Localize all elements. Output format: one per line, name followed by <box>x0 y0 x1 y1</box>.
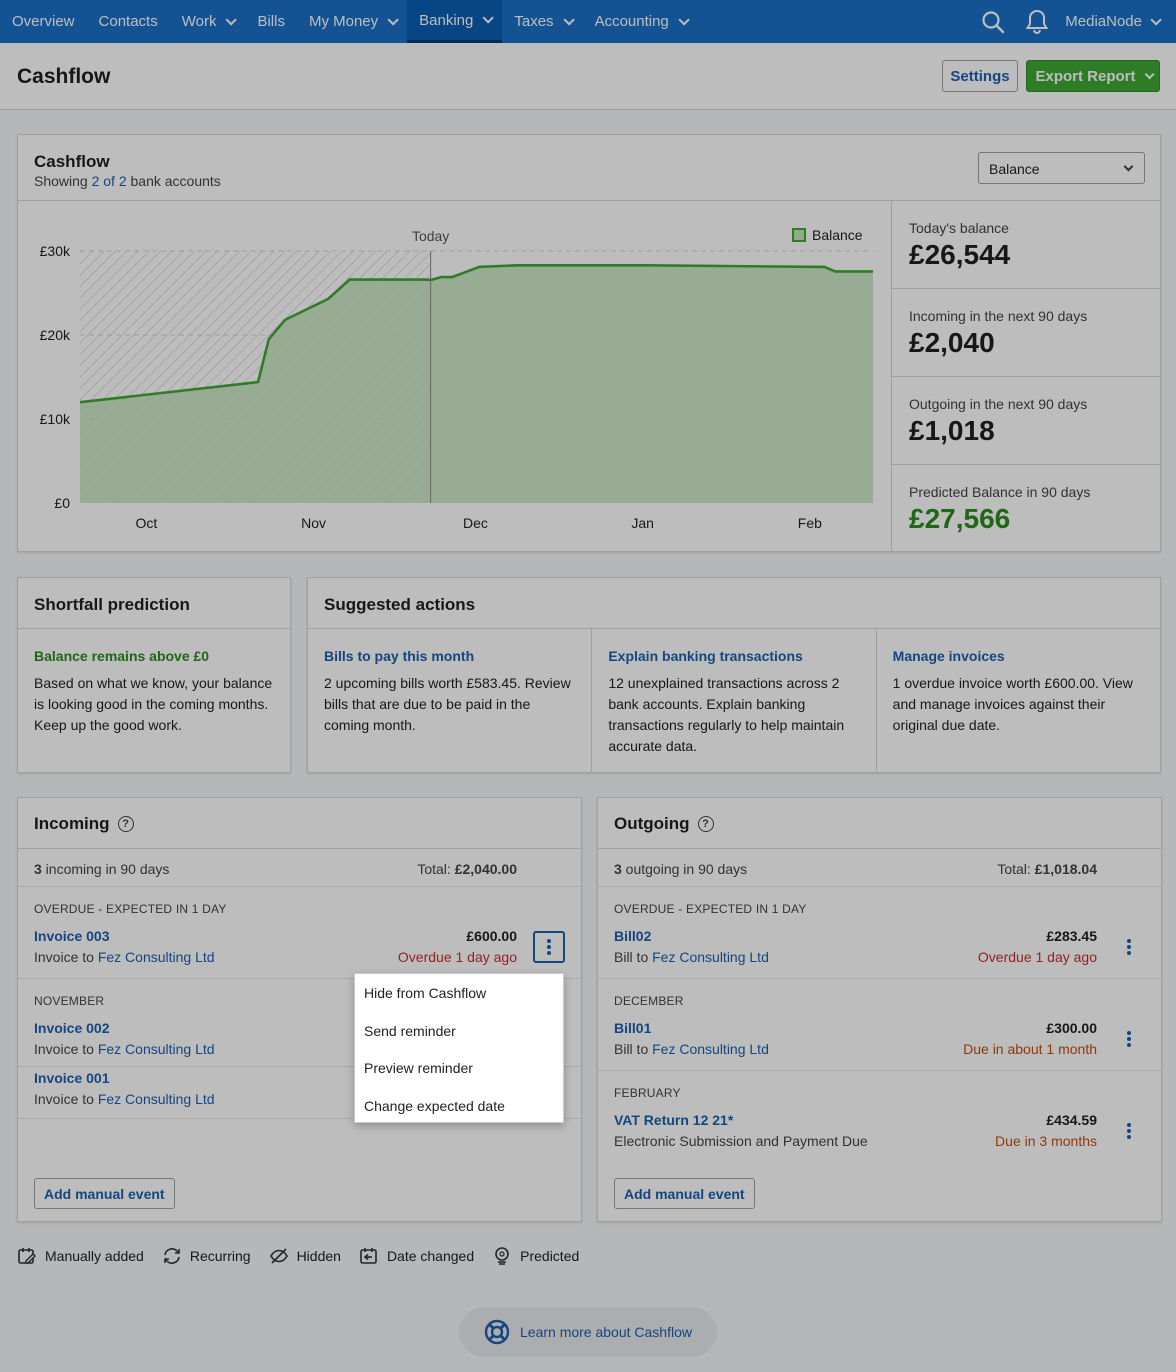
modal-dim-overlay <box>0 0 1176 1372</box>
menu-item-hide[interactable]: Hide from Cashflow <box>355 974 563 1012</box>
menu-item-preview-reminder[interactable]: Preview reminder <box>355 1049 563 1087</box>
menu-item-change-date[interactable]: Change expected date <box>355 1087 563 1125</box>
menu-item-send-reminder[interactable]: Send reminder <box>355 1012 563 1050</box>
event-context-menu: Hide from Cashflow Send reminder Preview… <box>354 973 564 1123</box>
